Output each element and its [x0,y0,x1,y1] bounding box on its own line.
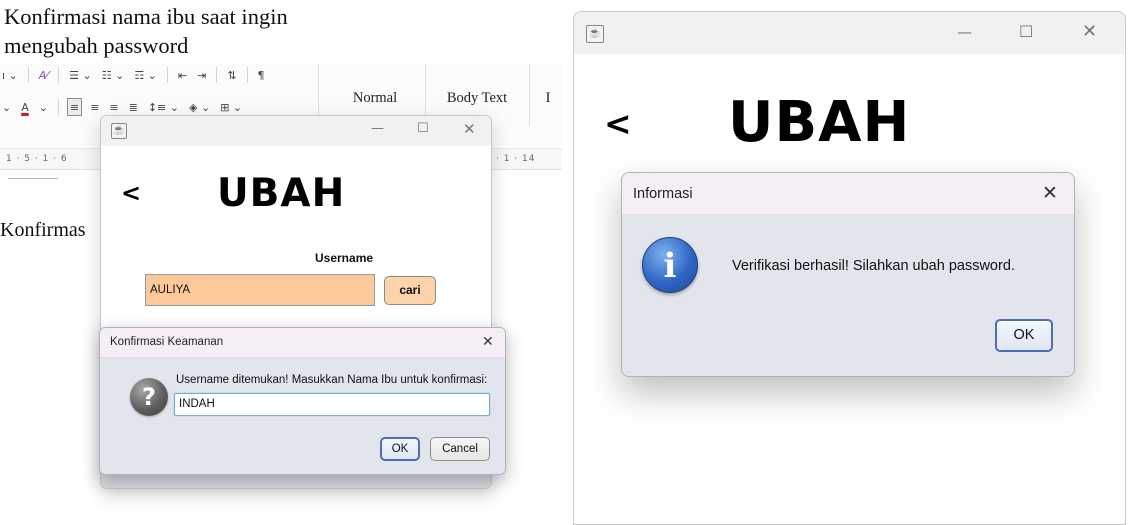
ribbon-separator [57,99,59,115]
align-left-icon[interactable]: ≡ [66,98,83,116]
increase-indent-icon[interactable]: ⇥ [195,66,208,84]
decrease-indent-icon[interactable]: ⇤ [176,66,189,84]
close-icon[interactable]: ✕ [1042,182,1058,204]
bullets-icon[interactable]: ☰ ⌄ [67,66,94,84]
ruler-left: 1 · 5 · 1 · 6 [6,154,68,164]
question-icon: ? [130,378,168,416]
username-label: Username [315,251,374,265]
maximize-icon[interactable]: ☐ [417,121,429,136]
align-right-icon[interactable]: ≡ [107,98,120,116]
shading-icon[interactable]: ◈ ⌄ [187,98,212,116]
information-dialog: Informasi ✕ i Verifikasi berhasil! Silah… [621,172,1075,377]
font-size-dropdown-icon[interactable]: ı ⌄ [0,66,20,84]
dialog-message: Verifikasi berhasil! Silahkan ubah passw… [732,258,1015,274]
cancel-button[interactable]: Cancel [430,437,490,461]
ribbon-divider [529,64,530,126]
close-icon[interactable]: ✕ [1082,21,1097,42]
ribbon-separator [27,67,29,83]
document-body-text: Konfirmas [0,219,86,241]
ok-button[interactable]: OK [380,437,420,461]
back-button[interactable]: < [604,104,632,143]
font-dropdown-icon[interactable]: ⌄ [0,98,13,116]
java-icon: ☕ [586,25,604,43]
close-icon[interactable]: ✕ [463,120,476,138]
pilcrow-icon[interactable]: ¶ [256,66,267,84]
font-color-dropdown-icon[interactable]: ⌄ [37,98,50,116]
java-icon: ☕ [111,123,127,139]
document-caption: Konfirmasi nama ibu saat ingin mengubah … [4,4,288,58]
security-confirmation-dialog: Konfirmasi Keamanan ✕ ? Username ditemuk… [99,327,506,475]
username-input[interactable]: AULIYA [145,274,375,306]
ribbon-row-top: ı ⌄ A⁄ ☰ ⌄ ☷ ⌄ ☶ ⌄ ⇤ ⇥ ⇅ ¶ [0,66,267,84]
window-titlebar[interactable]: ☕ — ☐ ✕ [574,12,1125,54]
page-title: UBAH [217,171,346,216]
search-button[interactable]: cari [384,276,436,305]
maximize-icon[interactable]: ☐ [1019,22,1033,41]
ribbon-row-bottom: ⌄ A ⌄ ≡ ≡ ≡ ≣ ↕≡ ⌄ ◈ ⌄ ⊞ ⌄ [0,98,244,116]
page-title: UBAH [728,90,911,155]
info-icon: i [642,237,698,293]
ok-button[interactable]: OK [995,319,1053,352]
dialog-title: Informasi [633,186,693,202]
ruler-right: · 1 · 14 [496,154,536,164]
document-underline [8,178,58,179]
style-next[interactable]: I [540,70,556,126]
close-icon[interactable]: ✕ [482,334,494,350]
back-button[interactable]: < [121,179,141,207]
dialog-titlebar[interactable]: Informasi ✕ [622,173,1074,215]
mother-name-input[interactable]: INDAH [174,393,490,416]
clear-format-icon[interactable]: A⁄ [37,66,50,84]
sort-icon[interactable]: ⇅ [225,66,238,84]
minimize-icon[interactable]: — [371,121,384,136]
ribbon-separator [58,67,60,83]
multilevel-list-icon[interactable]: ☶ ⌄ [132,66,159,84]
numbering-icon[interactable]: ☷ ⌄ [100,66,127,84]
window-titlebar[interactable]: ☕ — ☐ ✕ [101,116,491,146]
align-center-icon[interactable]: ≡ [88,98,101,116]
ribbon-separator [216,67,218,83]
dialog-titlebar[interactable]: Konfirmasi Keamanan ✕ [100,328,505,358]
font-color-icon[interactable]: A [19,98,31,116]
borders-icon[interactable]: ⊞ ⌄ [218,98,244,116]
justify-icon[interactable]: ≣ [127,98,140,116]
line-spacing-icon[interactable]: ↕≡ ⌄ [146,98,181,116]
dialog-title: Konfirmasi Keamanan [110,336,224,348]
ribbon-separator [166,67,168,83]
ribbon-separator [246,67,248,83]
minimize-icon[interactable]: — [957,23,972,41]
dialog-message: Username ditemukan! Masukkan Nama Ibu un… [176,374,488,386]
